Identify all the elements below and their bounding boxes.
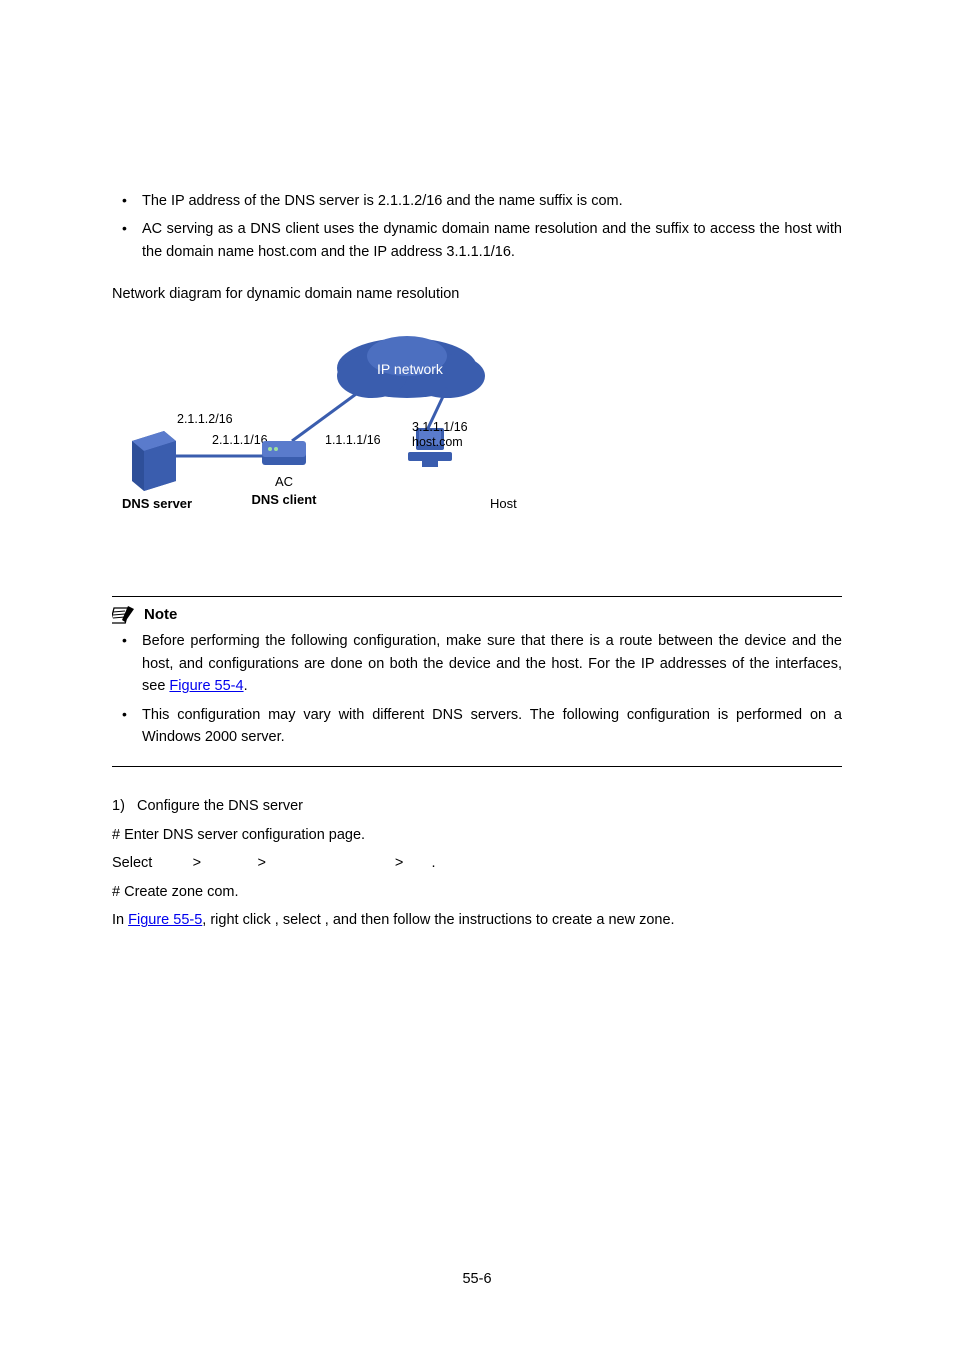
- top-bullet-list: The IP address of the DNS server is 2.1.…: [112, 190, 842, 263]
- dns-server-ip: 2.1.1.2/16: [177, 412, 233, 426]
- note-bottom-rule: [112, 766, 842, 767]
- figure-ref-link[interactable]: Figure 55-5: [128, 912, 202, 928]
- step-line: 1) Configure the DNS server: [112, 795, 842, 817]
- ac-left-ip: 2.1.1.1/16: [212, 433, 268, 447]
- create-zone-line: # Create zone com.: [112, 881, 842, 903]
- step-text: Configure the DNS server: [137, 798, 303, 814]
- host-domain: host.com: [412, 435, 463, 449]
- text: , right click , select , and then follow…: [202, 912, 674, 928]
- figure-caption: Network diagram for dynamic domain name …: [112, 283, 842, 305]
- list-item: AC serving as a DNS client uses the dyna…: [112, 218, 842, 263]
- list-item: Before performing the following configur…: [112, 630, 842, 697]
- host-label: Host: [490, 496, 517, 511]
- step-number: 1): [112, 798, 125, 814]
- text: In: [112, 912, 128, 928]
- note-top-rule: [112, 596, 842, 597]
- note-text: This configuration may vary with differe…: [142, 707, 842, 745]
- note-bullet-list: Before performing the following configur…: [112, 630, 842, 748]
- note-icon: [112, 604, 138, 626]
- network-diagram: IP network 2.1.1.2/16 2.1.1.1/16 DNS ser…: [112, 316, 842, 526]
- list-item: The IP address of the DNS server is 2.1.…: [112, 190, 842, 212]
- figure-ref-link[interactable]: Figure 55-4: [169, 678, 243, 694]
- note-label: Note: [144, 603, 177, 626]
- right-click-line: In Figure 55-5, right click , select , a…: [112, 909, 842, 931]
- enter-config-line: # Enter DNS server configuration page.: [112, 824, 842, 846]
- ac-label-bottom: DNS client: [251, 492, 317, 507]
- ac-right-ip: 1.1.1.1/16: [325, 433, 381, 447]
- cloud-label: IP network: [377, 361, 444, 377]
- note-heading: Note: [112, 603, 842, 626]
- page-number: 55-6: [112, 1268, 842, 1290]
- ac-label-top: AC: [275, 474, 293, 489]
- host-ip: 3.1.1.1/16: [412, 420, 468, 434]
- list-item: This configuration may vary with differe…: [112, 704, 842, 749]
- select-path-line: Select > > > .: [112, 852, 842, 874]
- note-text: .: [244, 678, 248, 694]
- dns-server-label: DNS server: [122, 496, 192, 511]
